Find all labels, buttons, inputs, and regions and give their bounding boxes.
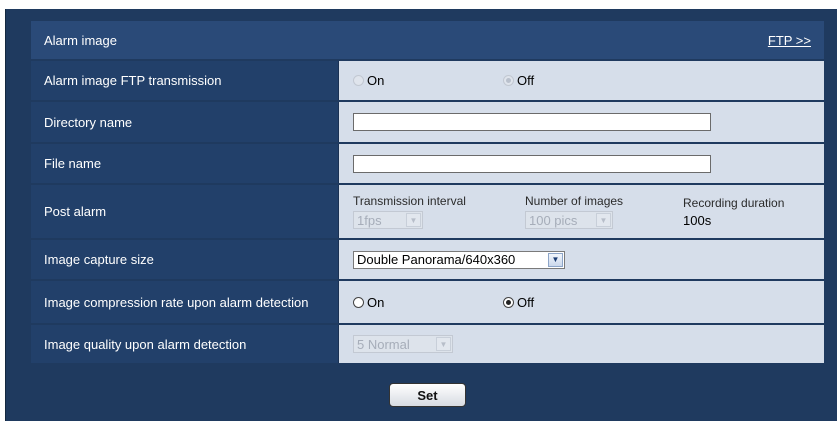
ftp-on-radio-icon[interactable]: [353, 75, 364, 86]
settings-frame: Alarm image FTP >> Alarm image FTP trans…: [5, 9, 837, 421]
post-alarm-label: Post alarm: [31, 185, 339, 238]
compression-off-radio-icon[interactable]: [503, 296, 514, 308]
recording-duration-value: 100s: [683, 212, 712, 228]
row-post-alarm: Post alarm Transmission interval 1fps ▼ …: [31, 185, 824, 240]
set-area: Set: [6, 383, 837, 407]
compression-on-label: On: [367, 294, 385, 310]
chevron-down-icon: ▼: [406, 213, 421, 227]
capture-size-select[interactable]: Double Panorama/640x360 ▼: [353, 250, 565, 269]
recording-duration-group: Recording duration 100s: [683, 196, 784, 228]
transmission-interval-select[interactable]: 1fps ▼: [353, 211, 423, 229]
row-directory-name: Directory name: [31, 102, 824, 144]
transmission-interval-value: 1fps: [357, 212, 382, 228]
ftp-transmission-label: Alarm image FTP transmission: [31, 61, 339, 100]
compression-value: On Off: [339, 281, 824, 323]
ftp-link[interactable]: FTP >>: [768, 33, 811, 48]
compression-off-label: Off: [517, 294, 535, 310]
number-of-images-title: Number of images: [525, 194, 624, 208]
number-of-images-select[interactable]: 100 pics ▼: [525, 211, 613, 229]
recording-duration-title: Recording duration: [683, 195, 785, 210]
file-name-label: File name: [31, 144, 339, 183]
compression-off-option[interactable]: Off: [503, 295, 534, 310]
directory-name-label: Directory name: [31, 102, 339, 142]
row-ftp-transmission: Alarm image FTP transmission On Off: [31, 61, 824, 102]
number-of-images-group: Number of images 100 pics ▼: [525, 194, 683, 229]
set-button[interactable]: Set: [389, 383, 466, 407]
row-compression: Image compression rate upon alarm detect…: [31, 281, 824, 325]
ftp-on-option[interactable]: On: [353, 73, 503, 88]
chevron-down-icon: ▼: [596, 213, 611, 227]
directory-name-input[interactable]: [353, 113, 711, 131]
ftp-transmission-value: On Off: [339, 61, 824, 100]
capture-size-selected: Double Panorama/640x360: [357, 252, 516, 267]
directory-name-value: [339, 102, 824, 142]
alarm-image-panel: Alarm image FTP >> Alarm image FTP trans…: [31, 21, 824, 363]
chevron-down-icon: ▼: [548, 252, 563, 267]
section-header: Alarm image FTP >>: [31, 21, 824, 61]
capture-size-value: Double Panorama/640x360 ▼: [339, 240, 824, 279]
number-of-images-value: 100 pics: [529, 212, 578, 228]
ftp-off-option[interactable]: Off: [503, 73, 534, 88]
file-name-value: [339, 144, 824, 183]
transmission-interval-title: Transmission interval: [353, 194, 466, 208]
file-name-input[interactable]: [353, 154, 711, 173]
compression-label: Image compression rate upon alarm detect…: [31, 281, 339, 323]
ftp-off-radio-icon[interactable]: [503, 75, 514, 86]
row-file-name: File name: [31, 144, 824, 185]
quality-value: 5 Normal ▼: [339, 325, 824, 363]
quality-label: Image quality upon alarm detection: [31, 325, 339, 363]
compression-on-radio-icon[interactable]: [353, 296, 364, 308]
compression-on-option[interactable]: On: [353, 295, 503, 310]
ftp-on-label: On: [367, 73, 385, 88]
transmission-interval-group: Transmission interval 1fps ▼: [353, 194, 525, 229]
section-title: Alarm image: [44, 32, 117, 48]
quality-selected: 5 Normal: [357, 336, 410, 352]
row-quality: Image quality upon alarm detection 5 Nor…: [31, 325, 824, 363]
capture-size-label: Image capture size: [31, 240, 339, 279]
row-capture-size: Image capture size Double Panorama/640x3…: [31, 240, 824, 281]
ftp-off-label: Off: [517, 73, 535, 88]
chevron-down-icon: ▼: [436, 337, 451, 351]
post-alarm-value: Transmission interval 1fps ▼ Number of i…: [339, 185, 824, 238]
quality-select[interactable]: 5 Normal ▼: [353, 335, 453, 353]
